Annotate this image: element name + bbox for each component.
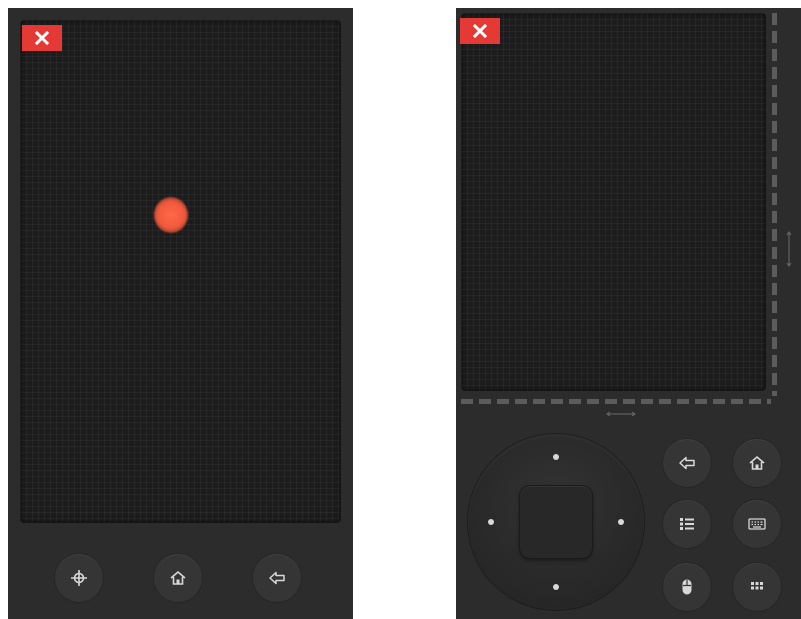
horizontal-scroll-strip[interactable] [461,399,771,404]
back-arrow-icon [679,456,695,470]
menu-list-icon [680,518,694,530]
mouse-mode-button[interactable] [663,563,711,611]
close-button[interactable] [22,25,62,51]
mouse-icon [682,579,692,595]
dpad-down-button[interactable] [553,584,559,590]
dpad-left-button[interactable] [488,519,494,525]
close-icon [473,24,487,38]
touchpad-remote-panel [8,8,353,619]
dpad-select-button[interactable] [520,486,592,558]
app-grid-icon [751,582,763,590]
touch-point-indicator [154,197,188,233]
keyboard-button[interactable] [733,500,781,548]
close-icon [35,31,49,45]
back-button[interactable] [253,554,301,602]
keyboard-icon [748,518,766,530]
home-button[interactable] [154,554,202,602]
dpad-right-button[interactable] [618,519,624,525]
home-button[interactable] [733,439,781,487]
dpad-up-button[interactable] [553,454,559,460]
horizontal-resize-icon[interactable] [606,411,636,417]
touchpad-area[interactable] [461,13,766,391]
home-icon [170,570,186,585]
apps-button[interactable] [733,563,781,611]
move-pointer-button[interactable] [55,554,103,602]
close-button[interactable] [460,18,500,44]
home-icon [749,455,765,470]
vertical-scroll-strip[interactable] [772,13,777,396]
touchpad-area[interactable] [20,20,341,523]
crosshair-move-icon [71,570,87,586]
back-arrow-icon [269,571,285,585]
full-remote-panel [456,8,801,619]
vertical-resize-icon[interactable] [786,231,792,267]
direction-pad [468,434,644,610]
menu-button[interactable] [663,500,711,548]
back-button[interactable] [663,439,711,487]
